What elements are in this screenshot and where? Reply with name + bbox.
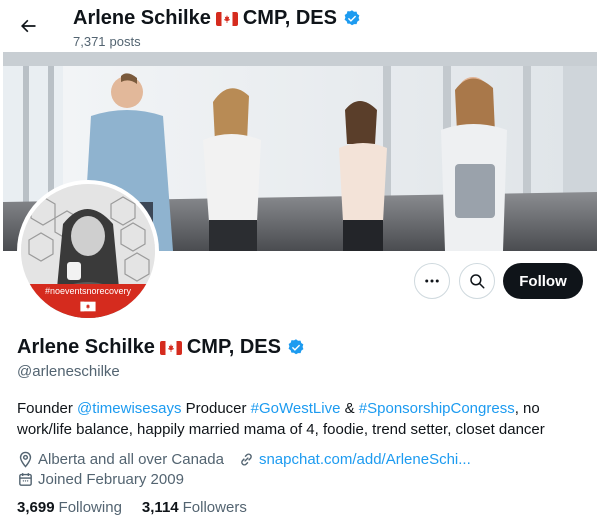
verified-badge-icon[interactable] — [286, 338, 306, 358]
display-name: Arlene Schilke CMP, DES — [17, 336, 306, 359]
profile-website[interactable]: snapchat.com/add/ArleneSchi... — [238, 451, 471, 468]
profile-joined: Joined February 2009 — [17, 471, 184, 488]
location-pin-icon — [19, 451, 32, 468]
profile-handle: @arleneschilke — [17, 363, 120, 380]
bio-mention-link[interactable]: @timewisesays — [77, 400, 181, 417]
avatar-hashtag: #noeventsnorecovery — [44, 286, 132, 296]
more-button[interactable] — [414, 263, 450, 299]
top-bar: Arlene Schilke CMP, DES 7,371 posts — [0, 0, 597, 52]
bio-hashtag-link[interactable]: #SponsorshipCongress — [359, 400, 515, 417]
posts-count: 7,371 posts — [73, 34, 141, 49]
verified-badge-icon — [344, 9, 360, 25]
link-icon — [241, 453, 252, 466]
header-title: Arlene Schilke CMP, DES — [73, 7, 362, 30]
back-button[interactable] — [11, 9, 45, 43]
arrow-left-icon — [21, 19, 36, 33]
canada-flag-icon — [215, 11, 238, 26]
profile-location: Alberta and all over Canada — [17, 451, 224, 468]
following-link[interactable]: 3,699 Following — [17, 499, 122, 516]
profile-stats: 3,699 Following 3,114 Followers — [17, 499, 247, 516]
avatar-image — [21, 184, 155, 318]
canada-flag-icon — [80, 301, 96, 312]
calendar-icon — [19, 473, 32, 486]
avatar[interactable]: #noeventsnorecovery — [17, 180, 159, 322]
search-profile-button[interactable] — [459, 263, 495, 299]
header-suffix: CMP, DES — [242, 7, 337, 29]
website-link[interactable]: snapchat.com/add/ArleneSchi... — [259, 451, 471, 468]
profile-suffix: CMP, DES — [186, 336, 281, 358]
bio-hashtag-link[interactable]: #GoWestLive — [251, 400, 341, 417]
followers-link[interactable]: 3,114 Followers — [142, 499, 247, 516]
header-name: Arlene Schilke — [73, 7, 211, 29]
profile-meta-row: Alberta and all over Canada snapchat.com… — [17, 451, 485, 468]
canada-flag-icon — [159, 340, 182, 355]
profile-page: Arlene Schilke CMP, DES 7,371 posts #noe… — [0, 0, 597, 527]
profile-joined-row: Joined February 2009 — [17, 471, 198, 488]
more-icon — [425, 279, 439, 283]
follow-button[interactable]: Follow — [503, 263, 583, 299]
profile-name: Arlene Schilke — [17, 336, 155, 358]
search-icon — [470, 274, 485, 289]
avatar-photo: #noeventsnorecovery — [21, 184, 155, 318]
profile-bio: Founder @timewisesays Producer #GoWestLi… — [17, 400, 545, 438]
